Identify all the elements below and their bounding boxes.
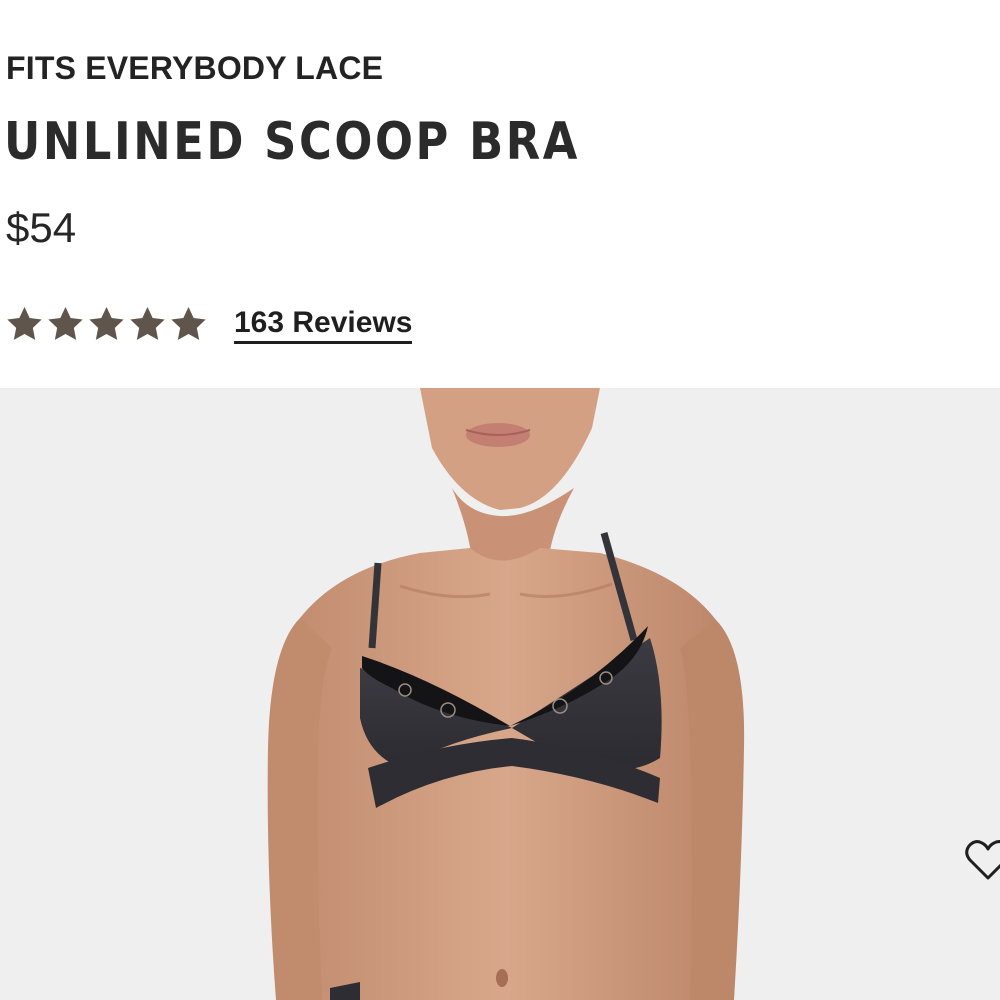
product-header: FITS EVERYBODY LACE UNLINED SCOOP BRA $5… xyxy=(0,0,1000,388)
heart-outline-icon[interactable] xyxy=(960,832,1000,888)
product-image[interactable] xyxy=(0,388,1000,1000)
reviews-link[interactable]: 163 Reviews xyxy=(234,305,413,344)
product-image-gallery[interactable] xyxy=(0,388,1000,1000)
star-icon xyxy=(171,307,206,340)
star-icon xyxy=(89,307,124,340)
star-rating xyxy=(4,304,209,344)
star-icon xyxy=(130,307,165,340)
product-price: $54 xyxy=(6,204,77,251)
star-icon xyxy=(7,307,42,340)
collection-name: FITS EVERYBODY LACE xyxy=(6,50,384,86)
rating-row: 163 Reviews xyxy=(4,302,413,346)
star-icon xyxy=(48,307,83,340)
product-title: UNLINED SCOOP BRA xyxy=(4,112,580,172)
